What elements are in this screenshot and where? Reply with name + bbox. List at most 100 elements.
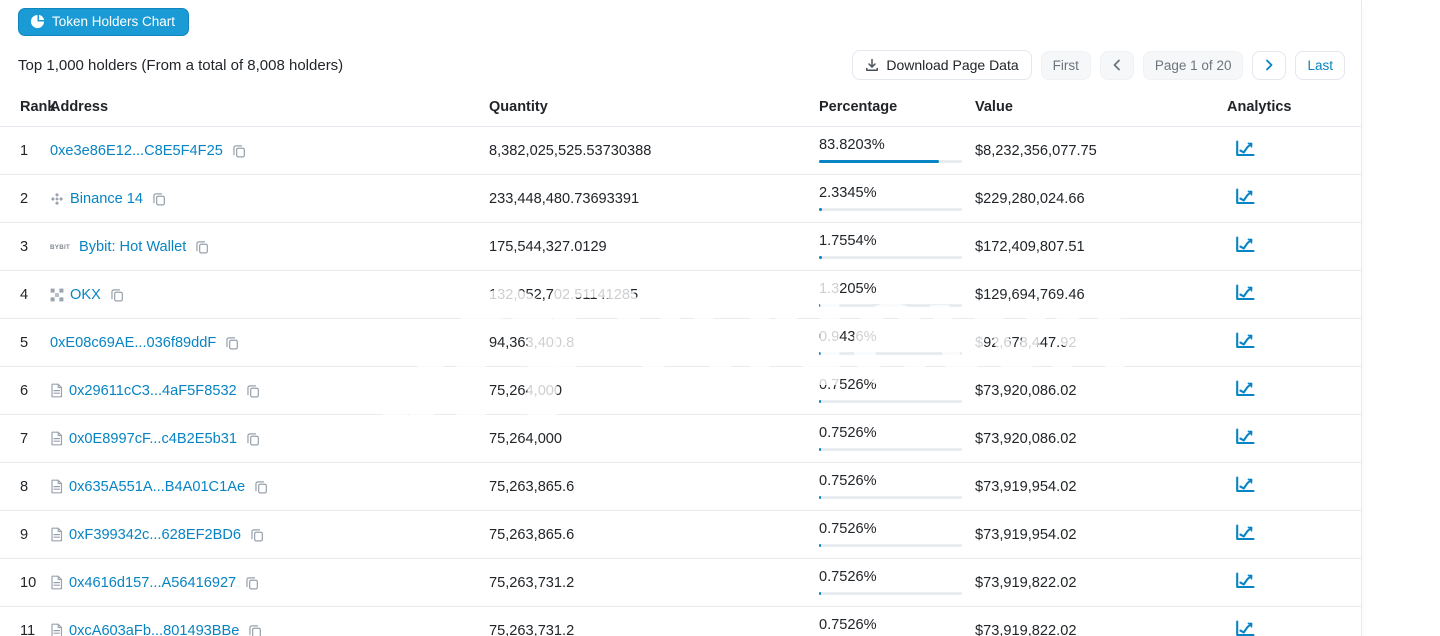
- analytics-link[interactable]: [1235, 236, 1255, 253]
- top-toolbar: Token Holders Chart: [0, 0, 1361, 42]
- analytics-link[interactable]: [1235, 284, 1255, 301]
- copy-address-button[interactable]: [244, 575, 260, 591]
- pagination-prev-button[interactable]: [1100, 51, 1134, 80]
- value-cell: $8,232,356,077.75: [975, 143, 1227, 159]
- analytics-cell: [1227, 476, 1361, 497]
- table-row: 9 0xF399342c...628EF2BD6: [0, 511, 1361, 559]
- quantity-cell: 75,263,865.6: [489, 479, 819, 495]
- analytics-link[interactable]: [1235, 476, 1255, 493]
- token-holders-chart-button[interactable]: Token Holders Chart: [18, 8, 189, 36]
- percentage-cell: 0.7526%: [819, 618, 975, 636]
- percentage-bar: [819, 304, 962, 307]
- address-link[interactable]: OKX: [70, 287, 101, 303]
- copy-address-button[interactable]: [245, 431, 261, 447]
- address-link[interactable]: 0x29611cC3...4aF5F8532: [69, 383, 237, 399]
- column-header-address: Address: [50, 99, 489, 115]
- analytics-link[interactable]: [1235, 332, 1255, 349]
- table-row: 10 0x4616d157...A56416927: [0, 559, 1361, 607]
- address-link[interactable]: Bybit: Hot Wallet: [79, 239, 186, 255]
- value-cell: $73,919,822.02: [975, 623, 1227, 636]
- quantity-cell: 94,363,400.8: [489, 335, 819, 351]
- percentage-bar: [819, 352, 962, 355]
- percentage-bar-fill: [819, 544, 821, 547]
- address-cell: 0x29611cC3...4aF5F8532: [50, 383, 489, 399]
- address-link[interactable]: Binance 14: [70, 191, 143, 207]
- analytics-link[interactable]: [1235, 572, 1255, 589]
- token-holders-page: Token Holders Chart Top 1,000 holders (F…: [0, 0, 1440, 636]
- percentage-bar: [819, 400, 962, 403]
- line-chart-icon: [1235, 572, 1255, 589]
- copy-address-button[interactable]: [247, 623, 263, 636]
- analytics-link[interactable]: [1235, 140, 1255, 157]
- value-cell: $129,694,769.46: [975, 287, 1227, 303]
- okx-logo-icon: [50, 288, 64, 302]
- pagination-page-indicator: Page 1 of 20: [1143, 51, 1244, 80]
- value-cell: $73,919,954.02: [975, 527, 1227, 543]
- analytics-link[interactable]: [1235, 524, 1255, 541]
- quantity-cell: 132,052,702.51141285: [489, 287, 819, 303]
- address-link[interactable]: 0xE08c69AE...036f89ddF: [50, 335, 216, 351]
- copy-address-button[interactable]: [231, 143, 247, 159]
- copy-address-button[interactable]: [245, 383, 261, 399]
- analytics-link[interactable]: [1235, 380, 1255, 397]
- holders-card: Token Holders Chart Top 1,000 holders (F…: [0, 0, 1362, 636]
- pagination-controls: Download Page Data First Page 1 of 20 La…: [852, 50, 1345, 80]
- copy-icon: [232, 144, 246, 158]
- contract-file-icon: [50, 383, 63, 398]
- copy-icon: [246, 384, 260, 398]
- contract-file-icon: [50, 527, 63, 542]
- address-link[interactable]: 0xcA603aFb...801493BBe: [69, 623, 239, 636]
- copy-address-button[interactable]: [109, 287, 125, 303]
- pagination-next-button[interactable]: [1252, 51, 1286, 80]
- analytics-cell: [1227, 380, 1361, 401]
- analytics-link[interactable]: [1235, 620, 1255, 636]
- download-page-data-button[interactable]: Download Page Data: [852, 50, 1031, 80]
- percentage-bar: [819, 544, 962, 547]
- percentage-text: 2.3345%: [819, 186, 975, 200]
- address-link[interactable]: 0x4616d157...A56416927: [69, 575, 236, 591]
- address-link[interactable]: 0x0E8997cF...c4B2E5b31: [69, 431, 237, 447]
- percentage-cell: 2.3345%: [819, 186, 975, 211]
- pagination-last-button[interactable]: Last: [1295, 51, 1345, 80]
- analytics-cell: [1227, 140, 1361, 161]
- copy-icon: [246, 432, 260, 446]
- address-cell: 0xe3e86E12...C8E5F4F25: [50, 143, 489, 159]
- percentage-cell: 0.7526%: [819, 570, 975, 595]
- copy-icon: [152, 192, 166, 206]
- line-chart-icon: [1235, 380, 1255, 397]
- percentage-bar: [819, 448, 962, 451]
- line-chart-icon: [1235, 188, 1255, 205]
- rank-cell: 1: [20, 143, 50, 159]
- percentage-text: 1.3205%: [819, 282, 975, 296]
- chevron-left-icon: [1112, 59, 1122, 71]
- address-link[interactable]: 0xe3e86E12...C8E5F4F25: [50, 143, 223, 159]
- copy-address-button[interactable]: [224, 335, 240, 351]
- copy-address-button[interactable]: [151, 191, 167, 207]
- analytics-link[interactable]: [1235, 188, 1255, 205]
- percentage-text: 0.7526%: [819, 474, 975, 488]
- copy-icon: [110, 288, 124, 302]
- svg-text:BYBIT: BYBIT: [50, 244, 70, 251]
- line-chart-icon: [1235, 524, 1255, 541]
- quantity-cell: 75,263,865.6: [489, 527, 819, 543]
- rank-cell: 8: [20, 479, 50, 495]
- copy-address-button[interactable]: [194, 239, 210, 255]
- pagination-first-button[interactable]: First: [1041, 51, 1091, 80]
- percentage-bar-fill: [819, 592, 821, 595]
- quantity-cell: 233,448,480.73693391: [489, 191, 819, 207]
- copy-address-button[interactable]: [253, 479, 269, 495]
- percentage-cell: 1.7554%: [819, 234, 975, 259]
- value-cell: $73,920,086.02: [975, 383, 1227, 399]
- table-row: 6 0x29611cC3...4aF5F8532: [0, 367, 1361, 415]
- copy-address-button[interactable]: [249, 527, 265, 543]
- rank-cell: 11: [20, 623, 50, 636]
- rank-cell: 3: [20, 239, 50, 255]
- download-icon: [865, 58, 879, 72]
- value-cell: $73,919,954.02: [975, 479, 1227, 495]
- address-link[interactable]: 0x635A551A...B4A01C1Ae: [69, 479, 245, 495]
- analytics-link[interactable]: [1235, 428, 1255, 445]
- percentage-text: 0.9436%: [819, 330, 975, 344]
- table-header-row: Rank Address Quantity Percentage Value A…: [0, 88, 1361, 127]
- percentage-bar-fill: [819, 400, 821, 403]
- address-link[interactable]: 0xF399342c...628EF2BD6: [69, 527, 241, 543]
